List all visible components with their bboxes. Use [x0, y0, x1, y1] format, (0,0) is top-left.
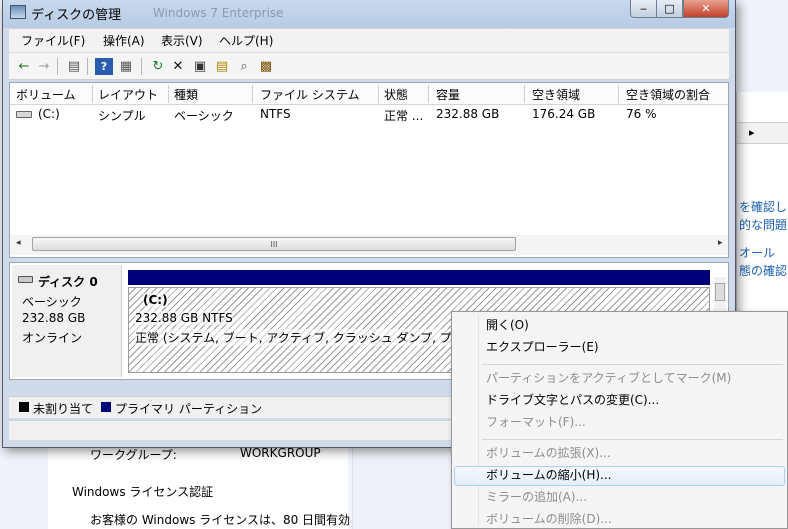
column-divider[interactable]	[618, 85, 619, 103]
toolbar: ← → ▤? ▦ ↻ ✕ ▣ ▤ ⌕ ▩	[9, 52, 729, 80]
horizontal-scroll-thumb[interactable]: III	[32, 237, 516, 251]
volume-drive-icon	[16, 111, 32, 118]
menu-item-1[interactable]: エクスプローラー(E)	[454, 338, 785, 358]
minimize-button[interactable]: ‒	[630, 0, 657, 18]
delete-icon[interactable]: ✕	[169, 58, 187, 75]
license-heading: Windows ライセンス認証	[72, 485, 214, 499]
disk-type: ベーシック	[22, 295, 82, 309]
primary-partition-bar	[128, 270, 710, 285]
menu-separator	[482, 364, 783, 365]
background-link-4[interactable]: 態の確認	[739, 262, 787, 279]
background-link-2[interactable]: 的な問題の	[739, 216, 788, 233]
cell-layout: シンプル	[98, 109, 146, 123]
column-header-filesystem[interactable]: ファイル システム	[260, 86, 359, 103]
title-ghost-text: Windows 7 Enterprise	[153, 6, 284, 20]
column-header-status[interactable]: 状態	[384, 86, 408, 103]
toolbar-separator	[87, 58, 88, 75]
menu-item-10: ボリュームの削除(D)...	[486, 512, 612, 526]
maximize-button[interactable]: □	[656, 0, 683, 18]
back-arrow-icon[interactable]: ←	[15, 58, 33, 75]
search-icon[interactable]: ⌕	[235, 58, 253, 75]
cell-type: ベーシック	[174, 109, 234, 123]
partition-size-fs: 232.88 GB NTFS	[135, 311, 233, 325]
volume-list: ボリューム レイアウト 種類 ファイル システム 状態 容量 空き領域 空き領域…	[9, 82, 729, 258]
partition-label: (C:)	[143, 293, 168, 307]
menu-item-5: フォーマット(F)...	[486, 415, 586, 429]
background-side-arrow-icon: ▸	[749, 126, 755, 139]
refresh-icon[interactable]: ↻	[149, 58, 167, 75]
help-icon[interactable]: ?	[95, 58, 113, 75]
vertical-scroll-thumb[interactable]	[715, 283, 725, 301]
properties-icon[interactable]: ▣	[191, 58, 209, 75]
workgroup-label: ワークグループ:	[90, 448, 177, 462]
cell-free-percent: 76 %	[626, 107, 657, 121]
menu-action[interactable]: 操作(A)	[103, 32, 145, 49]
unallocated-swatch	[19, 402, 29, 412]
column-divider[interactable]	[524, 85, 525, 103]
column-divider[interactable]	[92, 85, 93, 103]
menu-file[interactable]: ファイル(F)	[21, 32, 85, 49]
menu-item-7: ボリュームの拡張(X)...	[486, 446, 611, 460]
background-side-bar: ▸	[737, 122, 788, 144]
window-title: ディスクの管理	[31, 8, 122, 23]
legend-unallocated: 未割り当て	[33, 402, 94, 416]
scroll-right-arrow-icon[interactable]: ▸	[718, 238, 723, 248]
cell-filesystem: NTFS	[260, 107, 291, 121]
menu-item-4[interactable]: ドライブ文字とパスの変更(C)...	[454, 391, 785, 411]
column-header-type[interactable]: 種類	[174, 86, 198, 103]
open-folder-icon[interactable]: ▤	[213, 58, 231, 75]
menu-item-9: ミラーの追加(A)...	[486, 490, 588, 504]
disk-icon	[18, 276, 33, 283]
disk-settings-icon[interactable]: ▩	[257, 58, 275, 75]
toolbar-separator	[141, 58, 142, 75]
workgroup-value: WORKGROUP	[240, 446, 321, 460]
horizontal-scrollbar[interactable]: ◂ III ▸	[10, 235, 728, 255]
legend-primary-partition: プライマリ パーティション	[115, 402, 263, 416]
context-menu: 開く(O) エクスプローラー(E) パーティションをアクティブとしてマーク(M) ドラ…	[451, 311, 788, 529]
disk-management-app-icon	[10, 5, 26, 19]
disk-status: オンライン	[22, 331, 83, 345]
close-button[interactable]: ✕	[683, 0, 729, 18]
show-hide-console-tree-icon[interactable]: ▤	[65, 58, 83, 75]
primary-partition-swatch	[101, 402, 111, 412]
background-link-1[interactable]: を確認し	[739, 198, 787, 215]
partition-status: 正常 (システム, ブート, アクティブ, クラッシュ ダンプ, プ	[135, 329, 452, 346]
menu-item-3: パーティションをアクティブとしてマーク(M)	[486, 371, 732, 385]
scroll-left-arrow-icon[interactable]: ◂	[16, 238, 21, 248]
menu-bar: ファイル(F) 操作(A) 表示(V) ヘルプ(H)	[9, 28, 729, 52]
toolbar-separator	[57, 58, 58, 75]
menu-help[interactable]: ヘルプ(H)	[219, 32, 273, 49]
column-header-volume[interactable]: ボリューム	[16, 86, 76, 103]
menu-view[interactable]: 表示(V)	[161, 32, 203, 49]
volume-list-header: ボリューム レイアウト 種類 ファイル システム 状態 容量 空き領域 空き領域…	[10, 83, 728, 105]
column-header-capacity[interactable]: 容量	[436, 86, 460, 103]
title-bar[interactable]: Windows 7 Enterprise ディスクの管理 ‒ □ ✕	[3, 0, 735, 28]
properties-pane-icon[interactable]: ▦	[117, 58, 135, 75]
cell-capacity: 232.88 GB	[436, 107, 500, 121]
disk-name: ディスク 0	[38, 275, 98, 289]
column-divider[interactable]	[428, 85, 429, 103]
column-divider[interactable]	[168, 85, 169, 103]
background-panel-right	[352, 440, 452, 529]
column-divider[interactable]	[378, 85, 379, 103]
license-text: お客様の Windows ライセンスは、80 日間有効	[90, 513, 351, 527]
menu-item-8[interactable]: ボリュームの縮小(H)...	[454, 466, 785, 486]
menu-item-0[interactable]: 開く(O)	[454, 316, 785, 336]
disk-size: 232.88 GB	[22, 311, 86, 325]
column-divider[interactable]	[252, 85, 253, 103]
menu-separator	[482, 439, 783, 440]
column-header-free-percent[interactable]: 空き領域の割合	[626, 86, 710, 103]
disk-0-info[interactable]: ディスク 0 ベーシック 232.88 GB オンライン	[12, 265, 122, 377]
column-header-layout[interactable]: レイアウト	[98, 86, 158, 103]
cell-status: 正常 ...	[384, 109, 424, 123]
forward-arrow-icon[interactable]: →	[35, 58, 53, 75]
cell-volume: (C:)	[38, 107, 60, 121]
column-header-free-space[interactable]: 空き領域	[532, 86, 580, 103]
background-system-info: ワークグループ: WORKGROUP Windows ライセンス認証 お客様の …	[48, 440, 351, 529]
background-link-3[interactable]: オール	[739, 244, 775, 261]
cell-free-space: 176.24 GB	[532, 107, 596, 121]
